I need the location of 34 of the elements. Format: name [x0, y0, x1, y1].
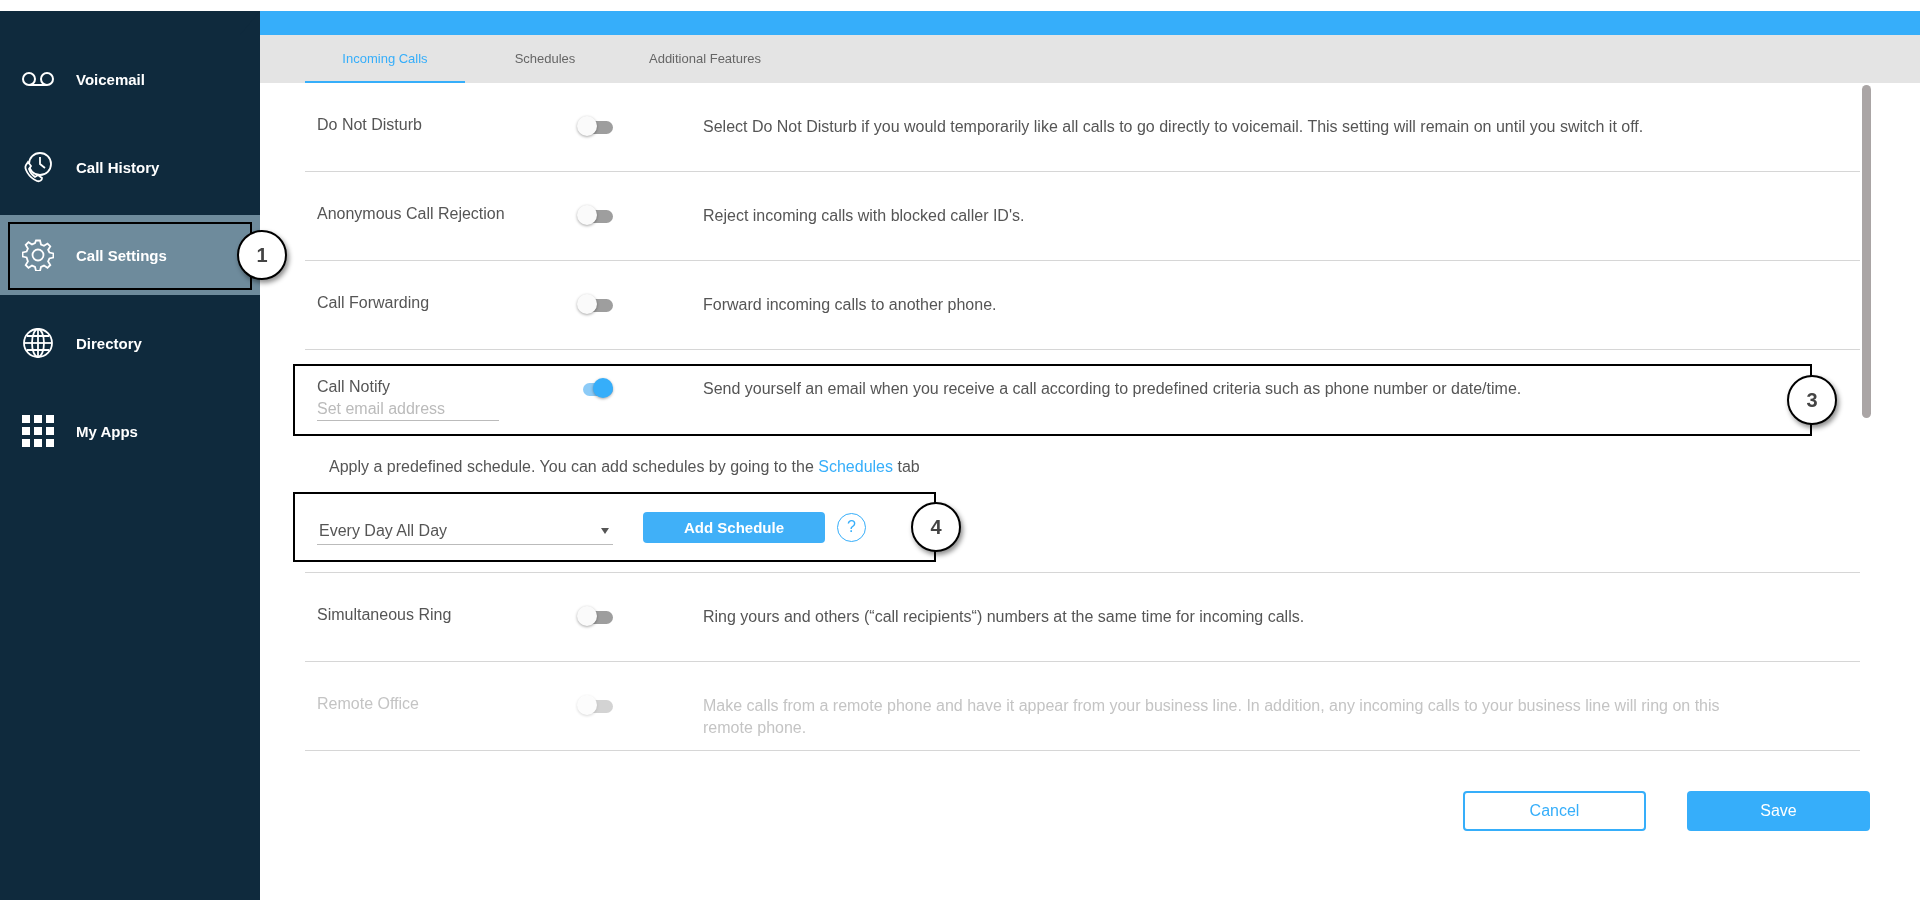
scrollbar[interactable]: [1862, 85, 1871, 418]
setting-label: Remote Office: [317, 695, 419, 712]
sidebar-item[interactable]: Directory: [0, 303, 260, 383]
sidebar-item[interactable]: Voicemail: [0, 39, 260, 119]
setting-description: Select Do Not Disturb if you would temporarily like all calls to go directly to voicemail. This setting will remain on until you switch it off.: [703, 117, 1644, 137]
tab[interactable]: Schedules: [465, 35, 625, 83]
sidebar-item[interactable]: My Apps: [0, 391, 260, 471]
callout-number: 4: [911, 502, 961, 552]
phone-clock-icon: [22, 151, 54, 183]
setting-label: Call Forwarding: [317, 294, 430, 311]
tab[interactable]: Additional Features: [625, 35, 785, 83]
setting-label: Anonymous Call Rejection: [317, 205, 505, 222]
setting-description: Reject incoming calls with blocked caller ID's.: [703, 206, 1025, 226]
setting-description: Make calls from a remote phone and have it appear from your business line. In addition, any incoming calls to your business line will ring on this remote phone.: [703, 696, 1721, 739]
setting-description: Forward incoming calls to another phone.: [703, 295, 997, 315]
sidebar-item[interactable]: Call History: [0, 127, 260, 207]
setting-label: Call Notify: [317, 378, 391, 396]
schedules-link[interactable]: Schedules: [818, 458, 893, 475]
schedule-hint: Apply a predefined schedule. You can add schedules by going to the Schedules tab: [329, 458, 921, 476]
save-button[interactable]: Save: [1687, 791, 1870, 831]
setting-description: Send yourself an email when you receive a call according to predefined criteria such as phone number or date/time.: [703, 379, 1522, 399]
setting-description: Ring yours and others (“call recipients“) numbers at the same time for incoming calls.: [703, 607, 1305, 627]
callout-number: 3: [1787, 375, 1837, 425]
globe-icon: [22, 327, 54, 359]
caret-icon: [601, 527, 609, 534]
app-grid-icon: [22, 415, 54, 447]
callout-number: 1: [237, 230, 287, 280]
setting-label: Do Not Disturb: [317, 116, 422, 133]
setting-label: Simultaneous Ring: [317, 606, 452, 623]
voicemail-icon: [22, 71, 54, 87]
schedule-dropdown[interactable]: Every Day All Day: [317, 517, 613, 545]
gear-icon: [22, 239, 54, 271]
add-schedule-button[interactable]: Add Schedule: [643, 511, 825, 543]
cancel-button[interactable]: Cancel: [1463, 791, 1646, 831]
